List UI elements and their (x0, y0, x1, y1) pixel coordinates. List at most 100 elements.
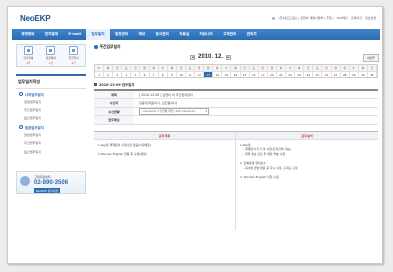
info-row-memo: 업무메모 (94, 115, 378, 125)
calendar-day[interactable]: 15 (222, 71, 232, 77)
remote-support-button[interactable]: NeoEKP 원격지원 (34, 188, 60, 194)
support-banner[interactable]: 고객지원센터 02-890-3506 NeoEKP 원격지원 (16, 171, 86, 195)
calendar-day[interactable]: 2 (104, 71, 114, 77)
left-menu: 업무일지작성 나의업무일지 일일업무일지 주간업무일지 월간업무일지 팀원업무일… (16, 74, 86, 155)
square-bullet-icon (94, 83, 97, 86)
calendar-day[interactable]: 26 (322, 71, 332, 77)
link-ekp-main[interactable]: EKP메인 (337, 16, 348, 20)
calendar-day[interactable]: 7 (149, 71, 159, 77)
main-content: 주간업무일지 ◀ 2010. 12. ▶ 이번주 수목금토일월화수목금토일월화수… (94, 44, 380, 262)
calendar-day[interactable]: 17 (240, 71, 250, 77)
calendar-day[interactable]: 22 (286, 71, 296, 77)
calendar-day[interactable]: 27 (331, 71, 341, 77)
nav-email[interactable]: E-mail (63, 29, 86, 40)
calendar-day[interactable]: 11 (185, 71, 196, 77)
calendar-day[interactable]: 31 (367, 71, 377, 77)
quick-approval[interactable]: 전자결재 1건 (23, 46, 33, 65)
quick-worklog[interactable]: 업무일지 4건 (69, 46, 79, 65)
user-icon (272, 16, 276, 20)
calendar-day[interactable]: 5 (131, 71, 141, 77)
menu-my-weekly[interactable]: 주간업무일지 (16, 106, 86, 114)
user-name: (주)네오드림스 | 김현아 개발사업부 | 주임 | (278, 16, 334, 20)
mail-icon (46, 46, 56, 55)
nav-approval[interactable]: 전자결재 (40, 29, 64, 40)
quick-status: 전자결재 1건 받은쪽지 1건 업무일지 4건 (16, 44, 86, 67)
top-bar: NeoEKP (주)네오드림스 | 김현아 개발사업부 | 주임 | EKP메인… (8, 7, 382, 27)
calendar-day[interactable]: 30 (358, 71, 368, 77)
calendar-day[interactable]: 29 (349, 71, 359, 77)
menu-my-daily[interactable]: 일일업무일지 (16, 98, 86, 106)
headset-icon (20, 176, 30, 187)
sidebar: 전자결재 1건 받은쪽지 1건 업무일지 4건 업무일지작성 나의업무일지 일일… (12, 44, 90, 263)
circle-icon (19, 125, 23, 130)
receipt-status-select[interactable]: xxxxxxxx 수신현황 확인 (1/2) xxxxxxxx (139, 107, 209, 115)
nav-memo[interactable]: 메모 (133, 29, 150, 40)
menu-team-monthly[interactable]: 월간업무일지 (16, 147, 86, 155)
calendar-day[interactable]: 14 (213, 71, 223, 77)
calendar-day[interactable]: 25 (313, 71, 323, 77)
info-table: 제목 [ 2010-12-06 ] 김현아 의 주간업무일지 수신자 김용우/대… (94, 89, 378, 125)
calendar-strip: 수목금토일월화수목금토일월화수목금토일월화수목금토일월화수목금123456789… (94, 64, 378, 78)
menu-team-daily[interactable]: 일일업무일지 (16, 131, 86, 139)
user-info: (주)네오드림스 | 김현아 개발사업부 | 주임 | EKP메인 홈페이지 정… (272, 16, 376, 20)
calendar-day[interactable]: 19 (258, 71, 268, 77)
nav-admin[interactable]: 관리자 (242, 29, 262, 40)
nav-documents[interactable]: 문서관리 (150, 29, 174, 40)
bullet-icon (94, 45, 98, 49)
calendar-day[interactable]: 24 (304, 71, 314, 77)
calendar-day[interactable]: 16 (231, 71, 241, 77)
current-month: 2010. 12. (198, 54, 224, 60)
plan-body: 1.ekp툴 결재문서 수정사항 있음(수정예정) 2.Wonder Englis… (94, 140, 235, 230)
work-grid: 금주계획 1.ekp툴 결재문서 수정사항 있음(수정예정) 2.Wonder E… (94, 130, 378, 230)
calendar-day[interactable]: 21 (276, 71, 287, 77)
nav-management-info[interactable]: 경영정보 (16, 29, 40, 40)
info-row-receiver: 수신자 김용우/대표이사, 김진용/이사 (94, 98, 378, 108)
next-month-button[interactable]: ▶ (226, 54, 232, 60)
calendar-day[interactable]: 3 (113, 71, 123, 77)
app-window: NeoEKP (주)네오드림스 | 김현아 개발사업부 | 주임 | EKP메인… (7, 6, 383, 264)
nav-customers[interactable]: 고객관리 (218, 29, 242, 40)
calendar-day[interactable]: 23 (295, 71, 305, 77)
detail-title: 2010-12-09 업무일지 (94, 82, 380, 87)
prev-month-button[interactable]: ◀ (190, 54, 195, 60)
menu-group-my[interactable]: 나의업무일지 (16, 89, 86, 98)
result-body: 1.ekp툴 - 결재문서 추가 및 수정(조직검색 기능) - 연결 정보 검토 … (236, 140, 378, 230)
menu-group-team[interactable]: 팀원업무일지 (16, 122, 86, 131)
menu-title[interactable]: 업무일지작성 (16, 76, 86, 89)
calendar-day[interactable]: 9 (167, 71, 177, 77)
this-week-button[interactable]: 이번주 (363, 54, 379, 62)
page-title: 주간업무일지 (94, 44, 380, 50)
calendar-day[interactable]: 28 (340, 71, 350, 77)
info-row-status: 수신현황 xxxxxxxx 수신현황 확인 (1/2) xxxxxxxx (94, 107, 378, 116)
menu-my-monthly[interactable]: 월간업무일지 (16, 114, 86, 122)
calendar-day[interactable]: 20 (267, 71, 277, 77)
calendar-day[interactable]: 8 (158, 71, 168, 77)
result-header: 금주실적 (236, 131, 378, 140)
calendar-day[interactable]: 18 (249, 71, 259, 77)
link-homepage[interactable]: 홈페이지 (351, 16, 362, 20)
nav-archive[interactable]: 자료실 (174, 29, 194, 40)
nav-community[interactable]: 커뮤니티 (194, 29, 218, 40)
global-nav: 경영정보 전자결재 E-mail 업무일지 일정관리 메모 문서관리 자료실 커… (12, 29, 380, 40)
menu-team-weekly[interactable]: 주간업무일지 (16, 139, 86, 147)
calendar-day[interactable]: 12 (195, 71, 205, 77)
calendar-day[interactable]: 4 (122, 71, 132, 77)
nav-work-log[interactable]: 업무일지 (86, 29, 110, 40)
plan-column: 금주계획 1.ekp툴 결재문서 수정사항 있음(수정예정) 2.Wonder E… (94, 131, 236, 230)
nav-schedule[interactable]: 일정관리 (110, 29, 134, 40)
text-line: 3. Wonder English 사전 수정 (240, 175, 279, 180)
notepad-icon (69, 46, 79, 55)
logo[interactable]: NeoEKP (20, 14, 51, 23)
quick-messages[interactable]: 받은쪽지 1건 (46, 46, 56, 65)
month-nav: ◀ 2010. 12. ▶ (190, 54, 232, 60)
calendar-day[interactable]: 6 (140, 71, 150, 77)
link-edit-info[interactable]: 정보변경 (365, 16, 376, 20)
text-line: 2.Wonder English 연동 후 수정(예정) (98, 152, 147, 157)
document-icon (23, 46, 33, 55)
info-row-title: 제목 [ 2010-12-06 ] 김현아 의 주간업무일지 (94, 90, 378, 99)
calendar-header: ◀ 2010. 12. ▶ 이번주 (94, 54, 380, 64)
calendar-day[interactable]: 13 (204, 71, 214, 77)
calendar-day[interactable]: 10 (176, 71, 186, 77)
plan-header: 금주계획 (94, 131, 235, 140)
calendar-day[interactable]: 1 (95, 71, 105, 77)
